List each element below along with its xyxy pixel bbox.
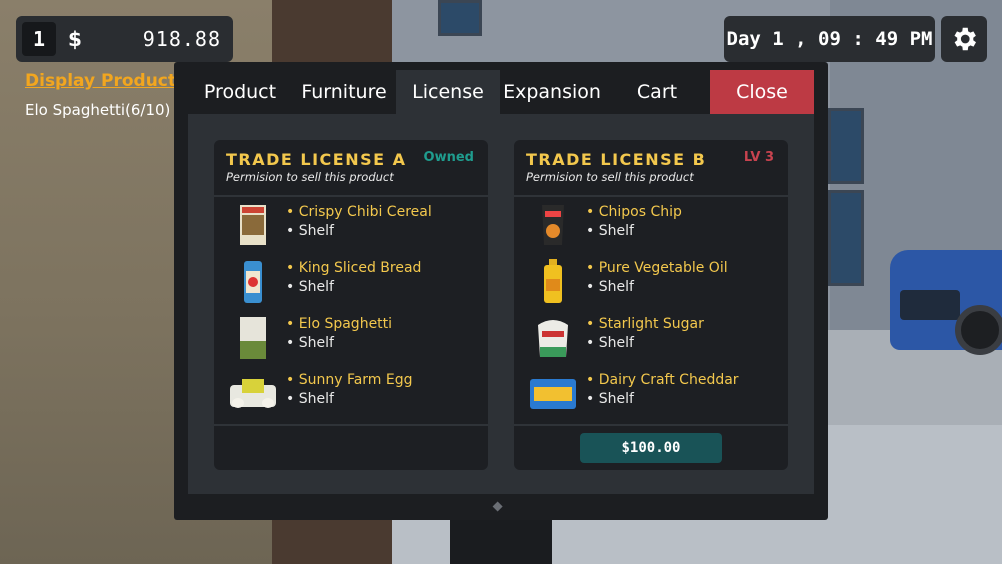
player-level-badge: 1 [22, 22, 56, 56]
oil-bottle-icon [544, 259, 562, 303]
money-amount: 918.88 [142, 27, 221, 51]
tab-product[interactable]: Product [188, 70, 292, 114]
task-progress: Elo Spaghetti(6/10) [25, 101, 171, 119]
list-item: • Crispy Chibi Cereal • Shelf [214, 197, 488, 253]
money-display: 1 $ 918.88 [16, 16, 233, 62]
license-card-a: TRADE LICENSE A Permision to sell this p… [214, 140, 488, 470]
task-title[interactable]: Display Product [25, 71, 176, 91]
license-level-requirement: LV 3 [743, 150, 774, 165]
item-type: • Shelf [286, 391, 334, 407]
item-name: • Chipos Chip [586, 204, 682, 220]
settings-button[interactable] [941, 16, 987, 62]
item-name: • Dairy Craft Cheddar [586, 372, 739, 388]
day-time-display: Day 1 , 09 : 49 PM [724, 16, 935, 62]
list-item: • Sunny Farm Egg • Shelf [214, 365, 488, 421]
license-subtitle: Permision to sell this product [226, 170, 394, 184]
currency-symbol: $ [68, 27, 82, 51]
computer-panel: Product Furniture License Expansion Cart… [174, 62, 828, 520]
building-window [828, 190, 864, 286]
item-type: • Shelf [586, 391, 634, 407]
gear-icon [954, 27, 976, 51]
item-type: • Shelf [586, 223, 634, 239]
list-item: • Pure Vegetable Oil • Shelf [514, 253, 788, 309]
sugar-bag-icon [538, 320, 568, 357]
close-button[interactable]: Close [710, 70, 814, 114]
item-type: • Shelf [586, 279, 634, 295]
cereal-box-icon [240, 205, 266, 245]
license-subtitle: Permision to sell this product [526, 170, 694, 184]
license-card-header: TRADE LICENSE B Permision to sell this p… [514, 140, 788, 197]
license-content: TRADE LICENSE A Permision to sell this p… [188, 114, 814, 494]
license-status-owned: Owned [423, 150, 474, 165]
license-title: TRADE LICENSE B [526, 150, 707, 169]
list-item: • Dairy Craft Cheddar • Shelf [514, 365, 788, 421]
list-item: • King Sliced Bread • Shelf [214, 253, 488, 309]
list-item: • Chipos Chip • Shelf [514, 197, 788, 253]
item-type: • Shelf [586, 335, 634, 351]
building-window [438, 0, 482, 36]
item-name: • King Sliced Bread [286, 260, 422, 276]
building-window [828, 108, 864, 184]
item-name: • Starlight Sugar [586, 316, 704, 332]
item-type: • Shelf [286, 335, 334, 351]
game-logo-icon: ⯁ [492, 500, 504, 516]
license-item-list: • Crispy Chibi Cereal • Shelf • King Sli… [214, 197, 488, 424]
license-title: TRADE LICENSE A [226, 150, 407, 169]
item-name: • Pure Vegetable Oil [586, 260, 728, 276]
computer-stand [450, 515, 552, 564]
chips-bag-icon [542, 205, 564, 245]
item-name: • Sunny Farm Egg [286, 372, 413, 388]
cheese-pack-icon [530, 379, 576, 409]
spaghetti-box-icon [240, 317, 266, 359]
buy-license-button[interactable]: $100.00 [580, 433, 722, 463]
list-item: • Elo Spaghetti • Shelf [214, 309, 488, 365]
card-divider [214, 424, 488, 426]
license-item-list: • Chipos Chip • Shelf • Pure Vegetable O… [514, 197, 788, 424]
item-name: • Crispy Chibi Cereal [286, 204, 432, 220]
list-item: • Starlight Sugar • Shelf [514, 309, 788, 365]
item-name: • Elo Spaghetti [286, 316, 393, 332]
tab-furniture[interactable]: Furniture [292, 70, 396, 114]
license-card-b: TRADE LICENSE B Permision to sell this p… [514, 140, 788, 470]
item-type: • Shelf [286, 279, 334, 295]
bread-bag-icon [244, 261, 262, 303]
truck-grill [900, 290, 960, 320]
truck-wheel [955, 305, 1002, 355]
tab-cart[interactable]: Cart [604, 70, 710, 114]
tab-license[interactable]: License [396, 70, 500, 114]
tab-bar: Product Furniture License Expansion Cart… [188, 70, 814, 114]
egg-carton-icon [230, 379, 276, 408]
card-divider [514, 424, 788, 426]
license-card-header: TRADE LICENSE A Permision to sell this p… [214, 140, 488, 197]
tab-expansion[interactable]: Expansion [500, 70, 604, 114]
item-type: • Shelf [286, 223, 334, 239]
